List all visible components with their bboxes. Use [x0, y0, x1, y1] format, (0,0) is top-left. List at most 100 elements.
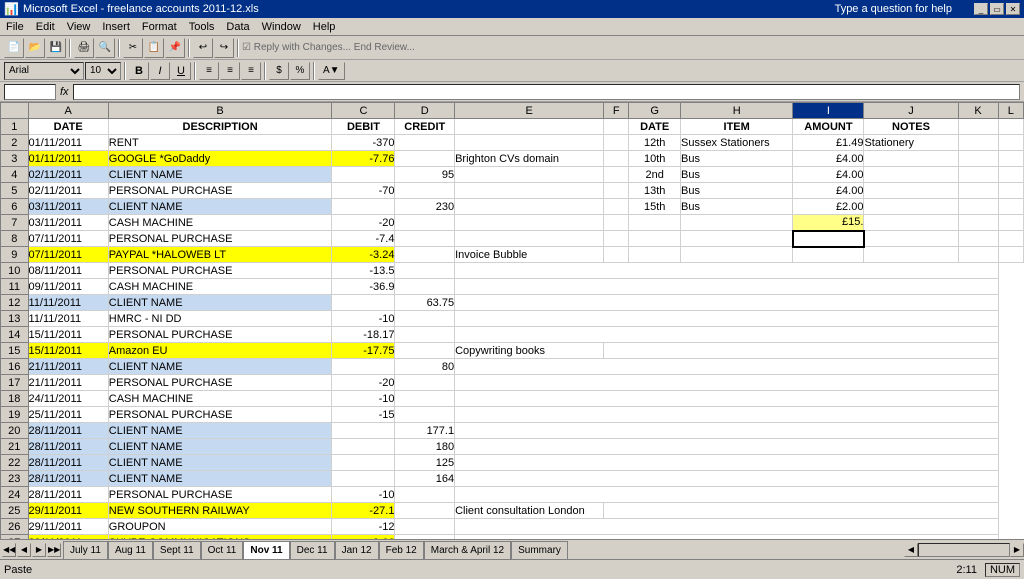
sheet-nav-last[interactable]: ▶▶	[47, 543, 61, 557]
cell-c23[interactable]	[332, 471, 395, 487]
row-header-5[interactable]: 5	[1, 183, 29, 199]
col-header-f[interactable]: F	[604, 103, 629, 119]
font-name-select[interactable]: Arial	[4, 62, 84, 80]
print-button[interactable]: 🖨	[74, 38, 94, 58]
col-header-b[interactable]: B	[108, 103, 332, 119]
cell-e7[interactable]	[455, 215, 604, 231]
cell-e26[interactable]	[455, 519, 999, 535]
col-header-i[interactable]: I	[793, 103, 864, 119]
row-header-24[interactable]: 24	[1, 487, 29, 503]
align-left-button[interactable]: ≡	[199, 62, 219, 80]
cell-b11[interactable]: CASH MACHINE	[108, 279, 332, 295]
cell-a11[interactable]: 09/11/2011	[28, 279, 108, 295]
hscroll-track[interactable]	[918, 543, 1010, 557]
cell-i9[interactable]	[793, 247, 864, 263]
cell-c22[interactable]	[332, 455, 395, 471]
cell-b13[interactable]: HMRC - NI DD	[108, 311, 332, 327]
percent-button[interactable]: %	[290, 62, 310, 80]
tab-aug11[interactable]: Aug 11	[108, 541, 153, 559]
cell-j8[interactable]	[864, 231, 958, 247]
cell-c3[interactable]: -7.76	[332, 151, 395, 167]
row-header-2[interactable]: 2	[1, 135, 29, 151]
cell-f5[interactable]	[604, 183, 629, 199]
cell-j6[interactable]	[864, 199, 958, 215]
cell-i9-active[interactable]	[793, 231, 864, 247]
row-header-26[interactable]: 26	[1, 519, 29, 535]
cell-d4[interactable]: 95	[395, 167, 455, 183]
cell-d1[interactable]: CREDIT	[395, 119, 455, 135]
cell-d12[interactable]: 63.75	[395, 295, 455, 311]
cell-a3[interactable]: 01/11/2011	[28, 151, 108, 167]
cell-k3[interactable]	[958, 151, 998, 167]
cell-e6[interactable]	[455, 199, 604, 215]
cell-c25[interactable]: -27.1	[332, 503, 395, 519]
menu-file[interactable]: File	[0, 20, 30, 34]
cell-c14[interactable]: -18.17	[332, 327, 395, 343]
cell-b6[interactable]: CLIENT NAME	[108, 199, 332, 215]
tab-summary[interactable]: Summary	[511, 541, 568, 559]
cell-a20[interactable]: 28/11/2011	[28, 423, 108, 439]
cell-a5[interactable]: 02/11/2011	[28, 183, 108, 199]
col-header-c[interactable]: C	[332, 103, 395, 119]
cell-i6[interactable]: £2.00	[793, 199, 864, 215]
cell-h2[interactable]: Sussex Stationers	[680, 135, 792, 151]
row-header-18[interactable]: 18	[1, 391, 29, 407]
cell-g5[interactable]: 13th	[629, 183, 681, 199]
col-header-j[interactable]: J	[864, 103, 958, 119]
row-header-27[interactable]: 27	[1, 535, 29, 540]
cell-a2[interactable]: 01/11/2011	[28, 135, 108, 151]
cell-j3[interactable]	[864, 151, 958, 167]
cell-c17[interactable]: -20	[332, 375, 395, 391]
cell-f8[interactable]	[604, 231, 629, 247]
cell-c8[interactable]: -7.4	[332, 231, 395, 247]
cell-c26[interactable]: -12	[332, 519, 395, 535]
menu-window[interactable]: Window	[256, 20, 307, 34]
cell-h5[interactable]: Bus	[680, 183, 792, 199]
cell-g1[interactable]: DATE	[629, 119, 681, 135]
cell-d20[interactable]: 177.1	[395, 423, 455, 439]
cell-b5[interactable]: PERSONAL PURCHASE	[108, 183, 332, 199]
cell-c19[interactable]: -15	[332, 407, 395, 423]
cell-f15[interactable]	[604, 343, 998, 359]
tab-dec11[interactable]: Dec 11	[290, 541, 335, 559]
cell-b12[interactable]: CLIENT NAME	[108, 295, 332, 311]
cell-l7[interactable]	[998, 215, 1023, 231]
bold-button[interactable]: B	[129, 62, 149, 80]
row-header-19[interactable]: 19	[1, 407, 29, 423]
underline-button[interactable]: U	[171, 62, 191, 80]
cell-e25[interactable]: Client consultation London	[455, 503, 604, 519]
cell-d15[interactable]	[395, 343, 455, 359]
cell-j1[interactable]: NOTES	[864, 119, 958, 135]
cell-a14[interactable]: 15/11/2011	[28, 327, 108, 343]
cell-j2[interactable]: Stationery	[864, 135, 958, 151]
cell-e22[interactable]	[455, 455, 999, 471]
col-header-k[interactable]: K	[958, 103, 998, 119]
cell-d3[interactable]	[395, 151, 455, 167]
cell-c9[interactable]: -3.24	[332, 247, 395, 263]
cell-g3[interactable]: 10th	[629, 151, 681, 167]
new-button[interactable]: 📄	[4, 38, 24, 58]
cell-c18[interactable]: -10	[332, 391, 395, 407]
cell-a6[interactable]: 03/11/2011	[28, 199, 108, 215]
cell-b24[interactable]: PERSONAL PURCHASE	[108, 487, 332, 503]
row-header-11[interactable]: 11	[1, 279, 29, 295]
cell-c15[interactable]: -17.75	[332, 343, 395, 359]
cell-b23[interactable]: CLIENT NAME	[108, 471, 332, 487]
close-button[interactable]: ✕	[1006, 3, 1020, 15]
cell-d10[interactable]	[395, 263, 455, 279]
cell-h6[interactable]: Bus	[680, 199, 792, 215]
row-header-20[interactable]: 20	[1, 423, 29, 439]
open-button[interactable]: 📂	[25, 38, 45, 58]
cell-k1[interactable]	[958, 119, 998, 135]
cell-c6[interactable]	[332, 199, 395, 215]
menu-data[interactable]: Data	[220, 20, 255, 34]
cell-e11[interactable]	[455, 279, 999, 295]
cell-k4[interactable]	[958, 167, 998, 183]
cell-g6[interactable]: 15th	[629, 199, 681, 215]
cell-b7[interactable]: CASH MACHINE	[108, 215, 332, 231]
cell-g8[interactable]	[629, 231, 681, 247]
row-header-12[interactable]: 12	[1, 295, 29, 311]
sheet-nav-prev[interactable]: ◀	[17, 543, 31, 557]
cell-j9[interactable]	[864, 247, 958, 263]
cell-b19[interactable]: PERSONAL PURCHASE	[108, 407, 332, 423]
